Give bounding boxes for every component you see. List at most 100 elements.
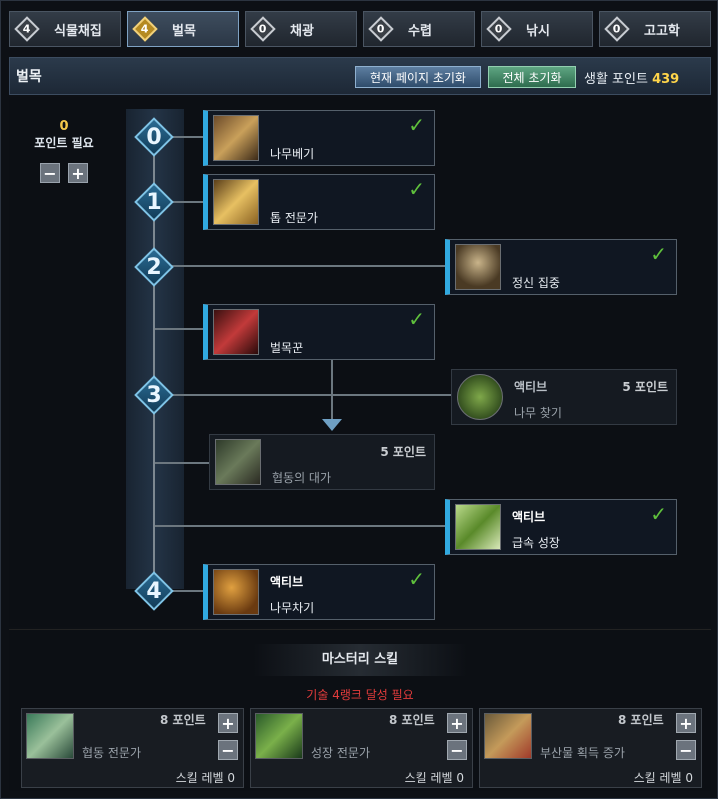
minus-button[interactable]: − [218, 740, 238, 760]
growth-icon [455, 504, 501, 550]
mastery-name: 성장 전문가 [311, 746, 371, 760]
skill-tree: 0 포인트 필요 − + 0 1 2 3 4 ✓ 나무베기 ✓ 톱 전문가 ✓ … [9, 97, 711, 627]
rank-diamond-icon: 0 [250, 16, 276, 42]
life-points-label: 생활 포인트 [584, 72, 648, 87]
skill-name: 협동의 대가 [272, 471, 332, 485]
skill-points: 5 포인트 [380, 445, 426, 459]
minus-button[interactable]: − [447, 740, 467, 760]
connector [155, 525, 445, 527]
plus-button[interactable]: + [447, 713, 467, 733]
mastery-section: 마스터리 스킬 기술 4랭크 달성 필요 8 포인트 + − 협동 전문가 스킬… [9, 629, 711, 791]
rank-diamond-icon: 0 [486, 16, 512, 42]
kick-icon [213, 569, 259, 615]
rank-1-marker: 1 [134, 182, 174, 222]
focus-icon [455, 244, 501, 290]
mastery-level: 스킬 레벨 0 [633, 771, 693, 785]
rank-2-marker: 2 [134, 247, 174, 287]
skill-name: 정신 집중 [512, 276, 560, 290]
tree-icon [457, 374, 503, 420]
mastery-name: 부산물 획득 증가 [540, 746, 625, 760]
tab-mining[interactable]: 0 채광 [245, 11, 357, 47]
mastery-level: 스킬 레벨 0 [404, 771, 464, 785]
life-points-value: 439 [652, 72, 680, 87]
rank-4-marker: 4 [134, 571, 174, 611]
skill-node-lumberjack[interactable]: ✓ 벌목꾼 [203, 304, 435, 360]
plus-button[interactable]: + [676, 713, 696, 733]
saw-icon [213, 179, 259, 225]
mastery-card-growth: 8 포인트 + − 성장 전문가 스킬 레벨 0 [250, 708, 473, 788]
check-icon: ✓ [650, 242, 667, 266]
page-title: 벌목 [16, 69, 42, 85]
rank-diamond-icon: 4 [132, 16, 158, 42]
tab-label: 수렵 [408, 23, 432, 39]
check-icon: ✓ [408, 567, 425, 591]
connector [155, 328, 203, 330]
handshake-icon [26, 713, 74, 759]
tab-logging[interactable]: 4 벌목 [127, 11, 239, 47]
minus-button[interactable]: − [40, 163, 60, 183]
axe-icon [213, 115, 259, 161]
mastery-points: 8 포인트 [618, 713, 664, 727]
rank-diamond-icon: 0 [604, 16, 630, 42]
mastery-level: 스킬 레벨 0 [175, 771, 235, 785]
skill-type: 액티브 [514, 380, 548, 394]
connector [155, 265, 445, 267]
tab-gathering[interactable]: 4 식물채집 [9, 11, 121, 47]
mastery-card-byproduct: 8 포인트 + − 부산물 획득 증가 스킬 레벨 0 [479, 708, 702, 788]
tab-label: 채광 [290, 23, 314, 39]
check-icon: ✓ [408, 113, 425, 137]
points-required: 0 포인트 필요 [21, 119, 107, 151]
plus-button[interactable]: + [68, 163, 88, 183]
skill-node-logging[interactable]: ✓ 나무베기 [203, 110, 435, 166]
mastery-title: 마스터리 스킬 [253, 644, 467, 676]
skill-node-saw-expert[interactable]: ✓ 톱 전문가 [203, 174, 435, 230]
skill-name: 벌목꾼 [270, 341, 304, 355]
rank-0-marker: 0 [134, 117, 174, 157]
mastery-card-cooperation: 8 포인트 + − 협동 전문가 스킬 레벨 0 [21, 708, 244, 788]
rank-diamond-icon: 4 [14, 16, 40, 42]
skill-node-find-tree[interactable]: 액티브 5 포인트 나무 찾기 [451, 369, 677, 425]
byproduct-icon [484, 713, 532, 759]
rank-trunk [126, 109, 184, 589]
minus-button[interactable]: − [676, 740, 696, 760]
arrow-down-icon [322, 419, 342, 431]
life-points: 생활 포인트 439 [584, 68, 679, 87]
skill-type: 액티브 [512, 510, 546, 524]
check-icon: ✓ [650, 502, 667, 526]
check-icon: ✓ [408, 307, 425, 331]
rank-3-marker: 3 [134, 375, 174, 415]
connector [155, 462, 211, 464]
check-icon: ✓ [408, 177, 425, 201]
mastery-requirement: 기술 4랭크 달성 필요 [306, 688, 414, 702]
skill-name: 나무차기 [270, 601, 315, 615]
skill-name: 톱 전문가 [270, 211, 318, 225]
skill-window: { "tabs":[ {"num":"4","label":"식물채집"}, {… [0, 0, 718, 799]
skill-points: 5 포인트 [622, 380, 668, 394]
tab-fishing[interactable]: 0 낚시 [481, 11, 593, 47]
reset-all-button[interactable]: 전체 초기화 [488, 66, 576, 88]
mastery-points: 8 포인트 [160, 713, 206, 727]
skill-node-tree-kick[interactable]: 액티브 ✓ 나무차기 [203, 564, 435, 620]
tab-archaeology[interactable]: 0 고고학 [599, 11, 711, 47]
skill-node-rapid-growth[interactable]: 액티브 ✓ 급속 성장 [445, 499, 677, 555]
tab-label: 벌목 [172, 23, 196, 39]
tab-label: 고고학 [644, 23, 680, 39]
reset-page-button[interactable]: 현재 페이지 초기화 [355, 66, 481, 88]
tab-label: 낚시 [526, 23, 550, 39]
tab-label: 식물채집 [54, 23, 102, 39]
skill-node-cooperation[interactable]: 5 포인트 협동의 대가 [209, 434, 435, 490]
connector [155, 394, 451, 396]
skill-type: 액티브 [270, 575, 304, 589]
skill-name: 나무 찾기 [514, 406, 562, 420]
skill-node-focus[interactable]: ✓ 정신 집중 [445, 239, 677, 295]
rank-diamond-icon: 0 [368, 16, 394, 42]
lumberjack-icon [213, 309, 259, 355]
skill-name: 급속 성장 [512, 536, 560, 550]
plus-button[interactable]: + [218, 713, 238, 733]
mastery-points: 8 포인트 [389, 713, 435, 727]
cooperation-icon [215, 439, 261, 485]
profession-tabs: 4 식물채집 4 벌목 0 채광 0 수렵 0 낚시 0 고고학 [9, 11, 711, 51]
growth-expert-icon [255, 713, 303, 759]
points-required-label: 포인트 필요 [34, 136, 94, 150]
tab-hunting[interactable]: 0 수렵 [363, 11, 475, 47]
